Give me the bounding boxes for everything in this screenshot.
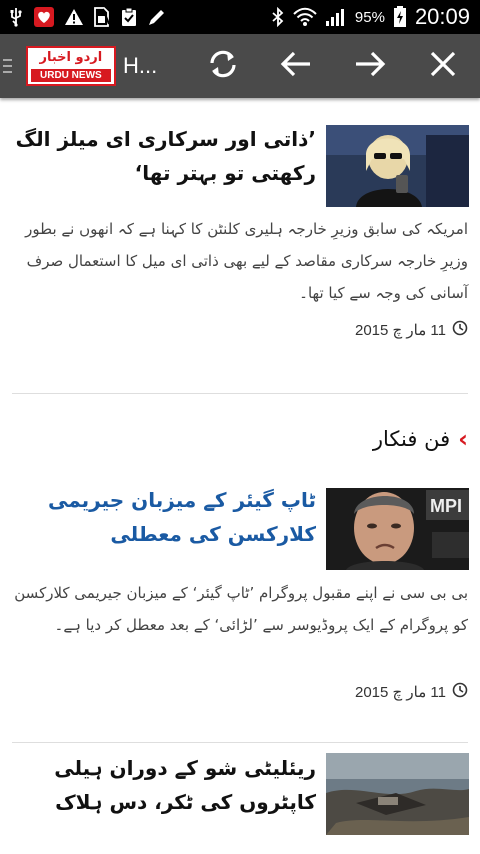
warning-icon [64,8,84,26]
date-text: 11 مار چ 2015 [355,322,446,339]
svg-text:MPI: MPI [430,496,462,516]
article-headline[interactable]: ’ذاتی اور سرکاری ای میلز الگ رکھتی تو بہ… [14,122,316,190]
article-thumbnail[interactable] [326,125,469,207]
battery-percentage: 95% [354,8,385,26]
article-thumbnail[interactable]: MPI [326,488,469,570]
close-button[interactable] [406,34,480,98]
date-text: 11 مار چ 2015 [355,684,446,701]
divider [12,742,468,743]
bluetooth-icon [271,7,285,27]
clock: 20:09 [414,4,470,29]
divider [12,393,468,394]
clock-icon [452,682,468,702]
close-icon [430,51,456,81]
wifi-icon [293,7,317,27]
clock-icon [452,320,468,340]
article-summary: بی بی سی نے اپنے مقبول پروگرام ’ٹاپ گیئر… [14,584,468,634]
usb-icon [8,7,24,27]
article-headline[interactable]: ریئلیٹی شو کے دوران ہیلی کاپٹروں کی ٹکر،… [14,751,316,819]
battery-charging-icon [393,6,407,28]
sim-icon [93,7,111,27]
heart-app-icon [33,6,55,28]
browser-toolbar: اردو اخبار URDU NEWS H... [0,34,480,98]
drawer-handle-icon[interactable] [0,34,16,98]
logo-urdu-text: اردو اخبار [39,50,103,65]
refresh-button[interactable] [186,34,260,98]
article-headline[interactable]: ٹاپ گیئر کے میزبان جیریمی کلارکسن کی معط… [14,483,316,551]
page-title: H... [122,53,158,78]
forward-button[interactable] [333,34,407,98]
clipboard-icon [120,7,138,27]
article-thumbnail[interactable] [326,753,469,835]
article-date: 11 مار چ 2015 [355,682,468,702]
site-logo[interactable]: اردو اخبار URDU NEWS [25,46,116,86]
article-summary: امریکہ کی سابق وزیرِ خارجہ ہلیری کلنٹن ک… [25,220,468,302]
logo-english-text: URDU NEWS [30,69,111,82]
section-header[interactable]: فن فنکار ‹ [373,425,468,453]
back-button[interactable] [259,34,333,98]
forward-arrow-icon [354,50,386,82]
pen-icon [147,7,167,27]
article-date: 11 مار چ 2015 [355,320,468,340]
back-arrow-icon [280,50,312,82]
refresh-icon [206,47,240,85]
signal-icon [325,7,347,27]
status-bar: 95% 20:09 [0,0,480,34]
section-title: فن فنکار [372,427,451,451]
chevron-left-icon: ‹ [458,425,468,453]
